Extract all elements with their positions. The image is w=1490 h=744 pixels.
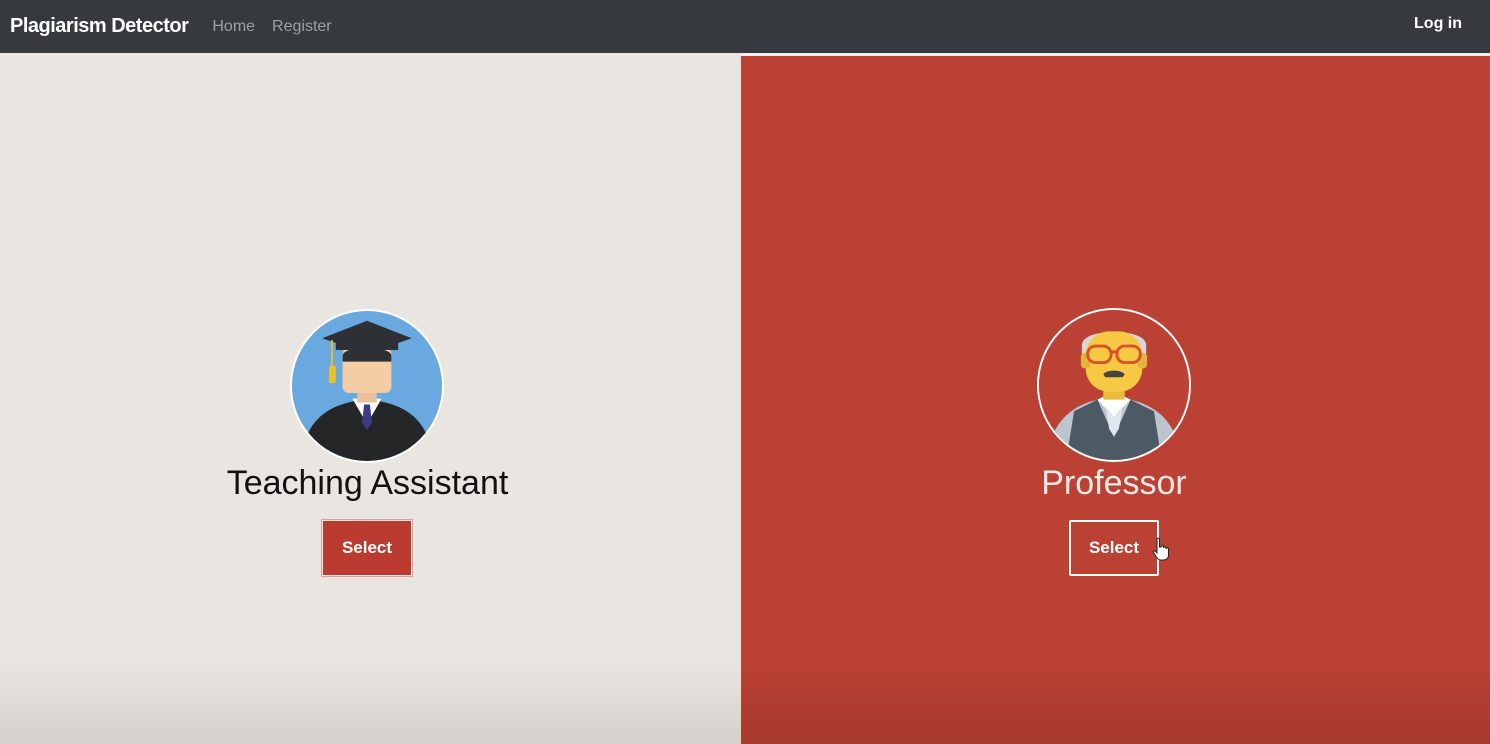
- teaching-assistant-title: Teaching Assistant: [226, 464, 509, 502]
- professor-title: Professor: [1041, 464, 1187, 502]
- top-navbar: Plagiarism Detector Home Register Log in: [0, 0, 1490, 53]
- teaching-assistant-panel: Teaching Assistant Select: [0, 53, 741, 744]
- brand-title[interactable]: Plagiarism Detector: [10, 15, 189, 38]
- professor-avatar-icon: [1037, 308, 1191, 462]
- login-link[interactable]: Log in: [1414, 15, 1462, 33]
- nav-home-link[interactable]: Home: [212, 18, 255, 36]
- nav-register-link[interactable]: Register: [272, 18, 332, 36]
- professor-panel: Professor Select: [741, 53, 1490, 744]
- hand-cursor-icon: [1152, 537, 1169, 561]
- select-teaching-assistant-button[interactable]: Select: [322, 520, 412, 576]
- select-professor-button[interactable]: Select: [1069, 520, 1159, 576]
- graduate-avatar-icon: [290, 309, 444, 463]
